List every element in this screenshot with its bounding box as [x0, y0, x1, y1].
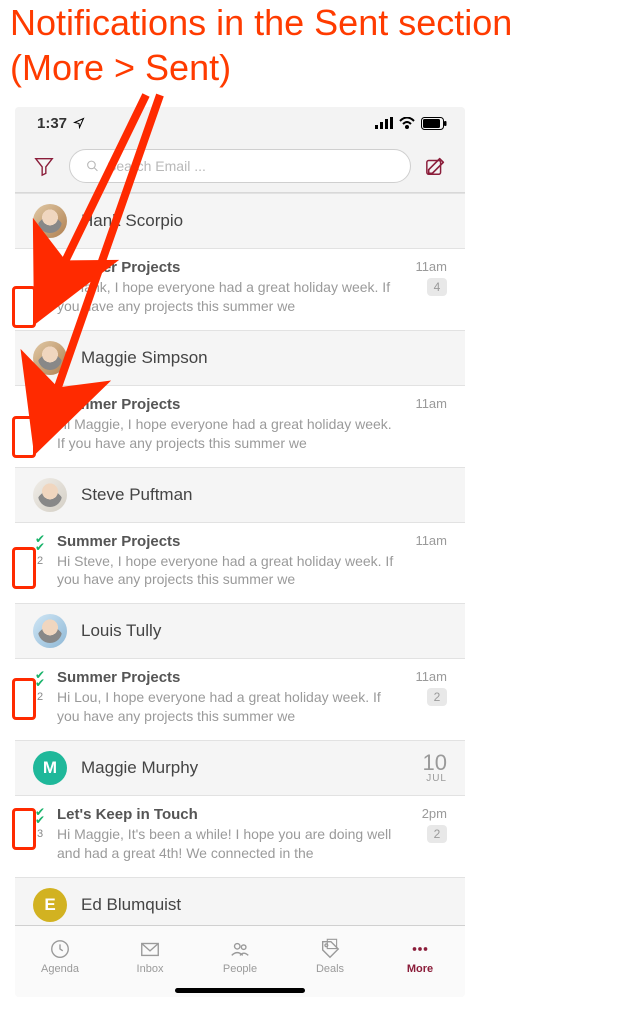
wifi-icon — [399, 117, 415, 129]
read-receipt-icon: ✔✔ — [35, 808, 45, 824]
contact-date: 10 JUL — [423, 751, 447, 785]
contact-name: Maggie Simpson — [81, 348, 208, 368]
avatar-initial: E — [44, 895, 55, 915]
compose-button[interactable] — [421, 151, 451, 181]
tab-people[interactable]: People — [195, 926, 285, 997]
message-preview: Hi Lou, I hope everyone had a great holi… — [57, 688, 397, 726]
cellular-icon — [375, 117, 393, 129]
search-input[interactable] — [107, 158, 394, 174]
tab-label: People — [223, 963, 257, 975]
message-subject: Summer Projects — [57, 669, 397, 686]
more-icon — [408, 938, 432, 960]
message-preview: Hi Maggie, I hope everyone had a great h… — [57, 415, 397, 453]
thread-count: 2 — [427, 825, 447, 843]
phone-frame: 1:37 — [15, 107, 465, 997]
avatar-initial: M — [43, 758, 57, 778]
contact-name: Louis Tully — [81, 621, 161, 641]
message-time: 11am — [415, 259, 447, 274]
contact-name: Maggie Murphy — [81, 758, 198, 778]
filter-button[interactable] — [29, 151, 59, 181]
message-time: 11am — [415, 396, 447, 411]
message-subject: Let's Keep in Touch — [57, 806, 397, 823]
avatar — [33, 341, 67, 375]
message-row[interactable]: ✔✔ 2 Summer Projects Hi Steve, I hope ev… — [15, 523, 465, 604]
annotation-line1: Notifications in the Sent section — [10, 2, 512, 43]
avatar — [33, 614, 67, 648]
envelope-icon — [138, 938, 162, 960]
message-row[interactable]: ✔✔ Summer Projects Hi Maggie, I hope eve… — [15, 386, 465, 467]
tab-bar: Agenda Inbox People Deals More — [15, 925, 465, 997]
avatar — [33, 478, 67, 512]
tag-icon — [318, 938, 342, 960]
contact-row[interactable]: Maggie Simpson — [15, 330, 465, 386]
tab-label: Deals — [316, 963, 344, 975]
funnel-icon — [33, 155, 55, 177]
battery-icon — [421, 117, 447, 130]
message-time: 11am — [415, 533, 447, 548]
avatar: E — [33, 888, 67, 922]
read-count: 2 — [37, 555, 43, 567]
people-icon — [228, 938, 252, 960]
tab-label: Agenda — [41, 963, 79, 975]
search-icon — [86, 159, 99, 173]
message-row[interactable]: ✔✔ 2 Summer Projects Hi Hank, I hope eve… — [15, 249, 465, 330]
status-bar: 1:37 — [15, 107, 465, 139]
status-right — [375, 117, 447, 130]
status-time: 1:37 — [37, 115, 67, 132]
message-time: 11am — [415, 669, 447, 684]
tab-agenda[interactable]: Agenda — [15, 926, 105, 997]
tab-label: More — [407, 963, 433, 975]
search-field[interactable] — [69, 149, 411, 183]
thread-count: 4 — [427, 278, 447, 296]
date-day: 10 — [423, 751, 447, 774]
annotation-line2: (More > Sent) — [10, 47, 231, 88]
compose-icon — [425, 155, 447, 177]
read-receipt-icon: ✔✔ — [35, 671, 45, 687]
read-receipt-icon: ✔✔ — [35, 535, 45, 551]
read-count: 2 — [37, 281, 43, 293]
message-subject: Summer Projects — [57, 533, 397, 550]
message-preview: Hi Maggie, It's been a while! I hope you… — [57, 825, 397, 863]
tab-deals[interactable]: Deals — [285, 926, 375, 997]
toolbar — [15, 139, 465, 193]
read-count: 3 — [37, 828, 43, 840]
clock-icon — [48, 938, 72, 960]
date-month: JUL — [423, 774, 447, 785]
message-subject: Summer Projects — [57, 396, 397, 413]
message-time: 2pm — [422, 806, 447, 821]
location-icon — [73, 117, 85, 129]
message-row[interactable]: ✔✔ 2 Summer Projects Hi Lou, I hope ever… — [15, 659, 465, 740]
contact-name: Ed Blumquist — [81, 895, 181, 915]
message-row[interactable]: ✔✔ 3 Let's Keep in Touch Hi Maggie, It's… — [15, 796, 465, 877]
tab-inbox[interactable]: Inbox — [105, 926, 195, 997]
avatar — [33, 204, 67, 238]
home-indicator[interactable] — [175, 988, 305, 993]
read-count: 2 — [37, 691, 43, 703]
tab-label: Inbox — [137, 963, 164, 975]
contact-row[interactable]: M Maggie Murphy 10 JUL — [15, 740, 465, 796]
contact-name: Steve Puftman — [81, 485, 193, 505]
contact-name: Hank Scorpio — [81, 211, 183, 231]
message-subject: Summer Projects — [57, 259, 397, 276]
read-receipt-icon: ✔✔ — [35, 261, 45, 277]
avatar: M — [33, 751, 67, 785]
message-preview: Hi Steve, I hope everyone had a great ho… — [57, 552, 397, 590]
read-receipt-icon: ✔✔ — [35, 398, 45, 414]
email-list[interactable]: Hank Scorpio ✔✔ 2 Summer Projects Hi Han… — [15, 193, 465, 959]
thread-count: 2 — [427, 688, 447, 706]
annotation-title: Notifications in the Sent section (More … — [10, 0, 633, 90]
contact-row[interactable]: Steve Puftman — [15, 467, 465, 523]
tab-more[interactable]: More — [375, 926, 465, 997]
contact-row[interactable]: Louis Tully — [15, 603, 465, 659]
contact-row[interactable]: Hank Scorpio — [15, 193, 465, 249]
message-preview: Hi Hank, I hope everyone had a great hol… — [57, 278, 397, 316]
